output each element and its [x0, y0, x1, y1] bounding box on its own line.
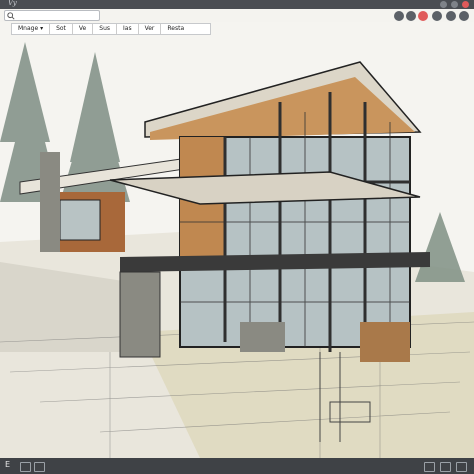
menu-item-ver[interactable]: Ver [139, 24, 162, 34]
menu-item-manage[interactable]: Mnage ▾ [12, 24, 51, 34]
folder-icon[interactable] [34, 462, 45, 472]
menu-bar: Mnage ▾ Sot Ve Sus Ias Ver Resta [11, 23, 211, 35]
bottom-label: E [5, 460, 11, 469]
search-icon [7, 12, 15, 20]
bottom-bar: E [0, 458, 474, 474]
more-icon[interactable] [456, 462, 467, 472]
close-button[interactable] [462, 1, 469, 8]
menu-icon[interactable] [459, 11, 469, 21]
window-title: Vy [8, 0, 17, 7]
layers-icon[interactable] [394, 11, 404, 21]
menu-item-sort[interactable]: Sot [50, 24, 73, 34]
maximize-button[interactable] [451, 1, 458, 8]
grid-icon[interactable] [406, 11, 416, 21]
menu-item-view[interactable]: Ve [73, 24, 94, 34]
settings-icon[interactable] [432, 11, 442, 21]
page-icon[interactable] [20, 462, 31, 472]
layout-icon[interactable] [424, 462, 435, 472]
menu-item-resta[interactable]: Resta [161, 24, 190, 34]
minimize-button[interactable] [440, 1, 447, 8]
title-bar: Vy [0, 0, 474, 9]
architectural-rendering [0, 22, 474, 458]
fullscreen-icon[interactable] [440, 462, 451, 472]
menu-item-ias[interactable]: Ias [117, 24, 139, 34]
search-box[interactable] [4, 10, 100, 21]
search-input[interactable] [17, 11, 95, 20]
menu-item-sus[interactable]: Sus [93, 24, 118, 34]
user-icon[interactable] [446, 11, 456, 21]
record-icon[interactable] [418, 11, 428, 21]
